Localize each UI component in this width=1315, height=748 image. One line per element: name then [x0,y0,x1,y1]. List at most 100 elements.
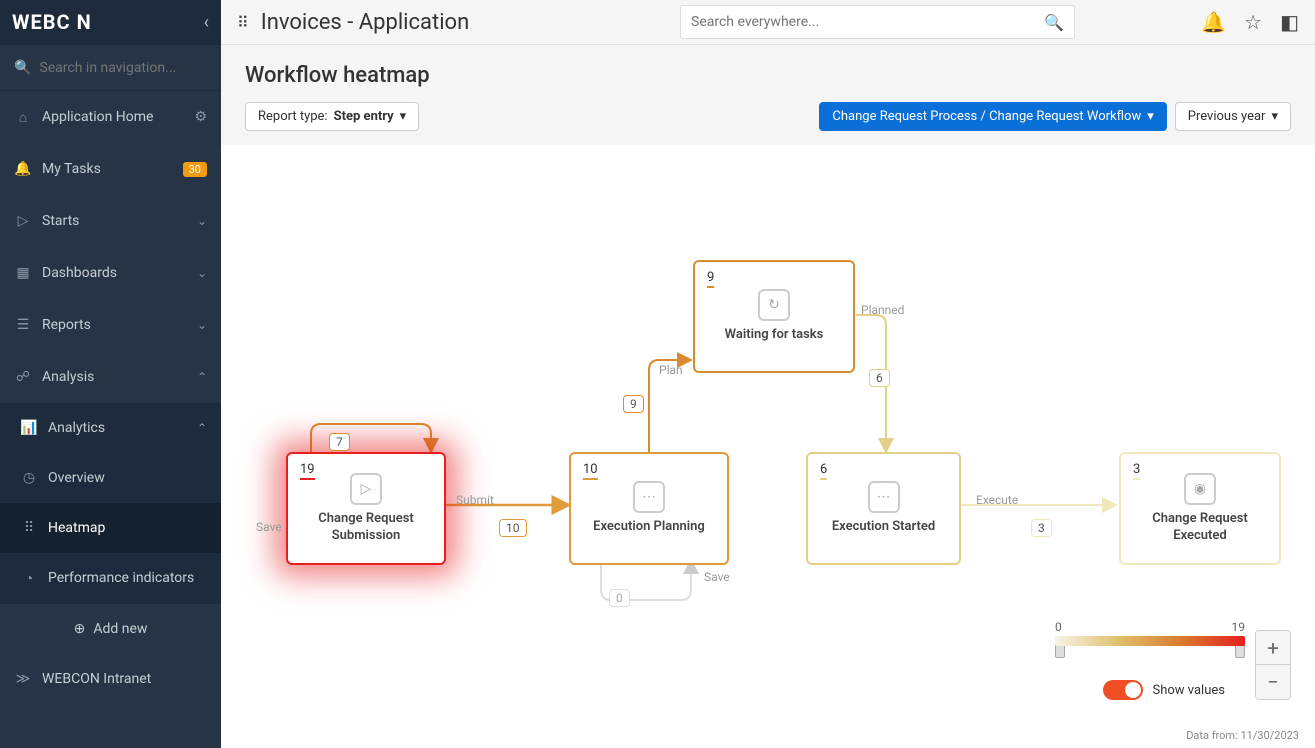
stop-circle-icon: ◉ [1184,473,1216,505]
page-title: Workflow heatmap [245,63,1291,88]
app-launcher-icon[interactable]: ⠿ [237,13,249,32]
step-submission[interactable]: 19 ▷ Change Request Submission [286,452,446,565]
collapse-sidebar-icon[interactable]: ‹ [204,12,209,33]
edge-badge-planned: 6 [869,369,890,387]
sidebar-item-intranet[interactable]: ≫ WEBCON Intranet [0,653,221,705]
bell-icon[interactable]: 🔔 [1201,10,1226,34]
star-icon[interactable]: ☆ [1244,10,1262,34]
edge-badge-save2: 0 [609,589,630,607]
sidebar: 🔍 ⌂ Application Home ⚙ 🔔 My Tasks 30 ▷ S… [0,45,221,748]
ellipsis-icon: ⋯ [868,481,900,513]
edge-label-plan: Plan [659,363,683,377]
sidebar-item-label: Application Home [42,109,184,125]
step-count: 3 [1133,462,1140,480]
step-planning[interactable]: 10 ⋯ Execution Planning [569,452,729,565]
overview-icon: ◷ [20,470,38,486]
chevron-down-icon: ▾ [1147,109,1154,124]
step-count: 19 [300,462,315,480]
list-icon: ☰ [14,317,32,333]
step-label: Change Request Submission [296,511,436,545]
bell-icon: 🔔 [14,161,32,177]
dashboard-icon: ▦ [14,265,32,281]
sidebar-item-label: WEBCON Intranet [42,671,207,687]
period-selector[interactable]: Previous year ▾ [1175,102,1291,131]
sidebar-item-label: Starts [42,213,187,229]
step-label: Change Request Executed [1129,511,1271,545]
chevron-up-icon: ⌃ [197,370,207,384]
people-icon: ☍ [14,369,32,385]
search-icon: 🔍 [14,60,31,76]
chevron-up-icon: ⌃ [197,421,207,435]
edge-label-planned: Planned [861,303,904,317]
global-search[interactable]: 🔍 [680,5,1075,39]
play-icon: ▷ [14,213,32,229]
report-type-selector[interactable]: Report type: Step entry ▾ [245,102,419,131]
sidebar-item-tasks[interactable]: 🔔 My Tasks 30 [0,143,221,195]
chevron-down-icon: ⌄ [197,266,207,280]
gear-icon[interactable]: ⚙ [194,109,207,125]
sidebar-item-heatmap[interactable]: ⠿ Heatmap [0,503,221,553]
step-label: Waiting for tasks [725,327,824,344]
clock-icon: ↻ [758,289,790,321]
search-input[interactable] [691,14,1044,30]
heatmap-legend[interactable]: 0 19 [1055,620,1245,658]
sidebar-item-reports[interactable]: ☰ Reports ⌄ [0,299,221,351]
process-selector[interactable]: Change Request Process / Change Request … [819,102,1166,131]
sidebar-item-performance[interactable]: ◔ Performance indicators [0,553,221,603]
badge: 30 [183,162,207,177]
sidebar-item-label: Analytics [48,420,187,436]
data-from-label: Data from: 11/30/2023 [1186,729,1299,742]
sidebar-search-input[interactable] [39,60,217,76]
step-waiting[interactable]: 9 ↻ Waiting for tasks [693,260,855,373]
step-label: Execution Planning [593,519,705,536]
sidebar-item-dashboards[interactable]: ▦ Dashboards ⌄ [0,247,221,299]
chevron-down-icon: ⌄ [197,318,207,332]
play-circle-icon: ▷ [350,473,382,505]
show-values-toggle[interactable] [1103,680,1143,700]
edge-label-execute: Execute [976,493,1018,507]
sidebar-item-label: Heatmap [48,520,207,536]
report-type-prefix: Report type: [258,109,328,124]
step-label: Execution Started [832,519,935,536]
step-started[interactable]: 6 ⋯ Execution Started [806,452,961,565]
zoom-in-button[interactable]: + [1256,631,1290,665]
home-icon: ⌂ [14,109,32,126]
sidebar-item-home[interactable]: ⌂ Application Home ⚙ [0,91,221,143]
step-count: 10 [583,462,598,480]
zoom-out-button[interactable]: − [1256,665,1290,699]
sidebar-item-analytics[interactable]: 📊 Analytics ⌃ [0,403,221,453]
edge-badge-execute: 3 [1031,519,1052,537]
external-icon: ≫ [14,671,32,687]
report-type-value: Step entry [334,109,394,124]
workflow-canvas[interactable]: 19 ▷ Change Request Submission 10 ⋯ Exec… [221,145,1315,748]
ellipsis-icon: ⋯ [633,481,665,513]
sidebar-item-label: Performance indicators [48,570,207,586]
edge-label-save: Save [256,520,282,534]
step-executed[interactable]: 3 ◉ Change Request Executed [1119,452,1281,565]
edge-badge-plan: 9 [623,395,644,413]
show-values-label: Show values [1153,683,1226,698]
sidebar-item-label: Analysis [42,369,187,385]
sidebar-item-overview[interactable]: ◷ Overview [0,453,221,503]
panel-icon[interactable]: ◧ [1280,10,1299,34]
period-value: Previous year [1188,109,1266,124]
edge-badge-save: 7 [329,433,350,451]
chevron-down-icon: ▾ [400,109,407,124]
legend-min: 0 [1055,620,1062,634]
sidebar-item-label: Reports [42,317,187,333]
sidebar-item-analysis[interactable]: ☍ Analysis ⌃ [0,351,221,403]
gauge-icon: ◔ [20,570,38,587]
add-new-label: Add new [93,621,147,637]
plus-icon: ⊕ [74,621,86,637]
chevron-down-icon: ▾ [1271,109,1278,124]
sidebar-search[interactable]: 🔍 [0,45,221,91]
search-icon[interactable]: 🔍 [1044,13,1064,32]
sidebar-item-label: Dashboards [42,265,187,281]
step-count: 9 [707,270,714,288]
heatmap-icon: ⠿ [20,520,38,536]
sidebar-item-starts[interactable]: ▷ Starts ⌄ [0,195,221,247]
legend-gradient [1055,636,1245,646]
add-new-button[interactable]: ⊕ Add new [0,603,221,653]
sidebar-item-label: My Tasks [42,161,173,177]
chart-icon: 📊 [20,420,38,436]
